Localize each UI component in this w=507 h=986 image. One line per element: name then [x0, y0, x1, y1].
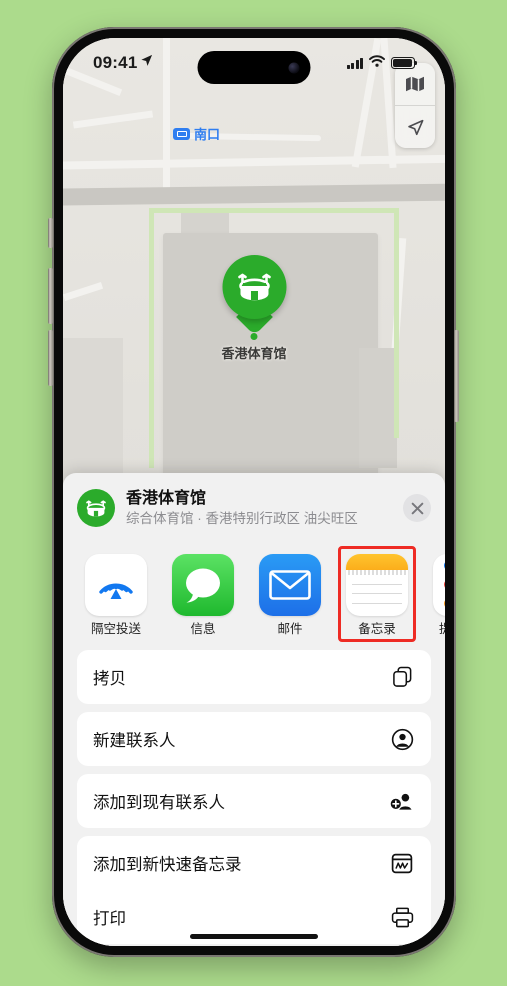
- navigation-arrow-icon: [407, 119, 423, 135]
- share-sheet-header: 香港体育馆 综合体育馆 · 香港特别行政区 油尖旺区: [63, 473, 445, 540]
- person-circle-icon: [389, 726, 415, 752]
- notes-icon: [346, 553, 408, 616]
- status-bar-indicators: [346, 54, 418, 72]
- action-row-add-existing-contact[interactable]: 添加到现有联系人: [77, 774, 431, 828]
- map-green-path: [394, 208, 399, 438]
- share-app-label: 邮件: [277, 621, 303, 636]
- stadium-icon: [77, 489, 115, 528]
- copy-icon: [389, 664, 415, 690]
- close-icon: [411, 502, 423, 515]
- action-label: 添加到新快速备忘录: [93, 856, 242, 875]
- action-group: 添加到新快速备忘录 打印: [77, 836, 431, 945]
- share-app-label: 提醒事项: [427, 622, 445, 637]
- action-row-copy[interactable]: 拷贝: [77, 650, 431, 704]
- notes-icon-line: [352, 583, 402, 585]
- volume-down-button[interactable]: [48, 330, 53, 386]
- place-info: 香港体育馆 综合体育馆 · 香港特别行政区 油尖旺区: [126, 489, 403, 528]
- share-app-label: 隔空投送: [90, 621, 141, 636]
- power-button[interactable]: [454, 330, 459, 422]
- action-group: 拷贝: [77, 650, 431, 705]
- share-app-label: 信息: [190, 621, 216, 636]
- map-green-path: [149, 208, 154, 468]
- share-app-label: 备忘录: [358, 621, 396, 636]
- map-building: [359, 348, 397, 468]
- share-app-notes[interactable]: 备忘录: [338, 545, 416, 643]
- share-action-list: 拷贝 新建联系人 添加到现有联系人 添加到新快速备忘录 打印: [63, 646, 445, 945]
- transit-entrance-icon: [173, 127, 190, 140]
- map-place-pin[interactable]: 香港体育馆: [221, 255, 287, 362]
- silent-switch-button[interactable]: [48, 218, 53, 248]
- map-transit-label[interactable]: 南口: [173, 124, 220, 143]
- share-app-reminders[interactable]: 提醒事项: [427, 548, 445, 641]
- notes-icon-header: [346, 553, 408, 570]
- volume-up-button[interactable]: [48, 268, 53, 324]
- airdrop-icon: [85, 553, 147, 616]
- share-app-row[interactable]: 隔空投送 信息 邮件 备忘录: [63, 540, 445, 647]
- notes-icon-line: [352, 593, 402, 595]
- share-sheet: 香港体育馆 综合体育馆 · 香港特别行政区 油尖旺区 隔空投送 信息 邮件 备忘…: [63, 473, 445, 946]
- screenshot-stage: 南口 香港体育馆 09:41 香港体育馆 综合体育馆 · 香港特别行政区 油尖旺…: [0, 0, 507, 986]
- person-add-icon: [389, 788, 415, 814]
- location-arrow-icon: [140, 52, 153, 72]
- action-label: 拷贝: [93, 670, 126, 689]
- action-row-quick-note[interactable]: 添加到新快速备忘录: [77, 836, 431, 890]
- map-building: [63, 338, 123, 488]
- status-bar-time: 09:41: [93, 53, 138, 72]
- pin-label: 香港体育馆: [221, 346, 287, 361]
- notes-icon-perforation: [346, 569, 408, 575]
- reminders-dot-orange: [444, 598, 445, 610]
- action-group: 新建联系人: [77, 712, 431, 767]
- locate-me-button[interactable]: [395, 105, 435, 148]
- share-app-mail[interactable]: 邮件: [253, 548, 327, 641]
- pin-anchor-dot: [250, 333, 258, 340]
- reminders-dot-blue: [444, 560, 445, 572]
- signal-bars-icon: [346, 57, 363, 69]
- reminders-dot-red: [444, 579, 445, 591]
- action-label: 打印: [93, 910, 126, 929]
- action-row-new-contact[interactable]: 新建联系人: [77, 712, 431, 766]
- front-camera-icon: [288, 62, 300, 73]
- action-label: 新建联系人: [93, 732, 176, 751]
- home-indicator: [190, 934, 318, 939]
- action-group: 添加到现有联系人: [77, 774, 431, 829]
- share-app-messages[interactable]: 信息: [166, 548, 240, 641]
- phone-screen: 南口 香港体育馆 09:41 香港体育馆 综合体育馆 · 香港特别行政区 油尖旺…: [63, 38, 445, 946]
- printer-icon: [389, 904, 415, 930]
- action-label: 添加到现有联系人: [93, 794, 225, 813]
- mail-icon: [259, 553, 321, 616]
- iphone-device-frame: 南口 香港体育馆 09:41 香港体育馆 综合体育馆 · 香港特别行政区 油尖旺…: [52, 27, 456, 957]
- messages-icon: [172, 553, 234, 616]
- quick-note-icon: [389, 850, 415, 876]
- reminders-icon: [433, 553, 445, 616]
- status-bar-time-group: 09:41: [93, 53, 153, 73]
- share-app-airdrop[interactable]: 隔空投送: [79, 548, 153, 641]
- close-button[interactable]: [403, 494, 431, 523]
- dynamic-island: [197, 51, 311, 84]
- place-subtitle: 综合体育馆 · 香港特别行政区 油尖旺区: [126, 511, 358, 526]
- wifi-icon: [369, 54, 385, 72]
- place-title: 香港体育馆: [126, 490, 207, 507]
- transit-label-text: 南口: [194, 127, 221, 142]
- battery-full-icon: [391, 57, 418, 69]
- notes-icon-line: [352, 603, 402, 605]
- stadium-icon: [221, 255, 286, 319]
- map-green-path: [149, 208, 399, 213]
